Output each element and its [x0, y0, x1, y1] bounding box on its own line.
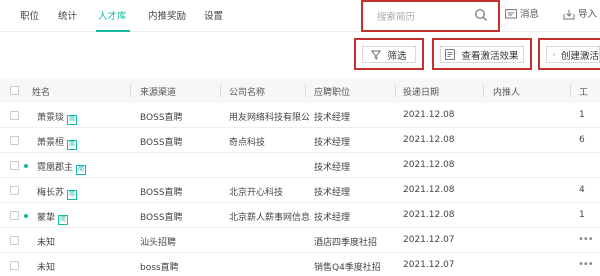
row-checkbox[interactable]: [10, 161, 19, 170]
applied-position: 销售Q4季度社招: [314, 263, 381, 273]
status-dot-icon: [24, 164, 28, 168]
company-name: 用友网络科技有限公司: [229, 113, 309, 123]
select-all-checkbox[interactable]: [10, 86, 19, 95]
source-channel: BOSS直聘: [140, 138, 183, 148]
column-divider: [130, 84, 131, 97]
apply-date: 2021.12.08: [403, 210, 455, 220]
report-icon: [445, 49, 456, 60]
company-name: 北京开心科技: [229, 188, 284, 198]
create-activation-label: 创建激活: [560, 50, 599, 62]
table-row[interactable]: 萧景桓简 BOSS直聘 奇点科技 技术经理 2021.12.08 6: [0, 128, 600, 153]
row-checkbox[interactable]: [10, 186, 19, 195]
column-divider: [570, 84, 571, 97]
source-channel: BOSS直聘: [140, 188, 183, 198]
column-header-name[interactable]: 姓名: [32, 85, 50, 98]
row-checkbox[interactable]: [10, 236, 19, 245]
column-header-company[interactable]: 公司名称: [229, 85, 265, 98]
apply-date: 2021.12.08: [403, 185, 455, 195]
applied-position: 技术经理: [314, 213, 351, 223]
resume-badge-icon[interactable]: 简: [67, 115, 78, 125]
create-icon: [553, 53, 555, 56]
source-channel: BOSS直聘: [140, 113, 183, 123]
candidate-name[interactable]: 萧景琰简: [37, 110, 78, 125]
view-activation-effect-label: 查看激活效果: [461, 50, 519, 62]
column-header-position[interactable]: 应聘职位: [314, 85, 350, 98]
candidate-name[interactable]: 未知: [37, 260, 55, 273]
column-header-referrer[interactable]: 内推人: [493, 85, 520, 98]
search-icon[interactable]: [474, 8, 488, 22]
candidate-name[interactable]: 梅长苏简: [37, 185, 78, 200]
table-row[interactable]: 未知 boss直聘 销售Q4季度社招 2021.12.07 •••: [0, 253, 600, 276]
apply-date: 2021.12.08: [403, 110, 455, 120]
messages-label: 消息: [520, 9, 540, 20]
apply-date: 2021.12.07: [403, 260, 455, 270]
apply-date: 2021.12.07: [403, 235, 455, 245]
extra-column-value: 6: [579, 135, 585, 145]
column-header-extra[interactable]: 工: [579, 85, 588, 98]
extra-column-value: 4: [579, 185, 585, 195]
candidate-name[interactable]: 萧景桓简: [37, 135, 78, 150]
table-row[interactable]: 萧景琰简 BOSS直聘 用友网络科技有限公司 技术经理 2021.12.08 1: [0, 103, 600, 128]
row-checkbox[interactable]: [10, 111, 19, 120]
search-input[interactable]: 搜索简历: [377, 9, 415, 23]
filter-button[interactable]: 筛选: [354, 38, 424, 70]
company-name: 北京薪人薪事网信息...: [229, 213, 311, 223]
extra-column-value: 1: [579, 110, 585, 120]
import-button[interactable]: 导入: [563, 6, 597, 20]
applied-position: 酒店四季度社招: [314, 238, 378, 248]
create-activation-button[interactable]: 创建激活: [538, 38, 600, 70]
table-row[interactable]: 霓凰郡主简 技术经理 2021.12.08: [0, 153, 600, 178]
import-icon: [563, 9, 575, 20]
column-header-source[interactable]: 来源渠道: [140, 85, 176, 98]
row-checkbox[interactable]: [10, 136, 19, 145]
row-checkbox[interactable]: [10, 261, 19, 270]
import-label: 导入: [578, 9, 598, 20]
company-name: 奇点科技: [229, 138, 266, 148]
active-tab-underline: [96, 30, 130, 32]
table-header: 姓名 来源渠道 公司名称 应聘职位 投递日期 内推人 工: [0, 78, 600, 103]
column-divider: [395, 84, 396, 97]
candidate-name[interactable]: 霓凰郡主简: [37, 160, 87, 175]
applied-position: 技术经理: [314, 188, 351, 198]
column-divider: [220, 84, 221, 97]
filter-label: 筛选: [387, 50, 407, 62]
table-row[interactable]: 未知 汕头招聘 酒店四季度社招 2021.12.07 •••: [0, 228, 600, 253]
status-dot-icon: [24, 214, 28, 218]
resume-badge-icon[interactable]: 简: [67, 140, 78, 150]
source-channel: 汕头招聘: [140, 238, 177, 248]
tab-statistics[interactable]: 统计: [58, 8, 77, 22]
column-divider: [305, 84, 306, 97]
extra-column-value: 1: [579, 210, 585, 220]
candidate-name[interactable]: 蒙挚简: [37, 210, 69, 225]
tab-referral-rewards[interactable]: 内推奖励: [148, 8, 186, 22]
column-header-date[interactable]: 投递日期: [403, 85, 439, 98]
candidate-name[interactable]: 未知: [37, 235, 55, 248]
applied-position: 技术经理: [314, 138, 351, 148]
column-divider: [483, 84, 484, 97]
resume-badge-icon[interactable]: 简: [67, 190, 78, 200]
top-nav: 职位 统计 人才库 内推奖励 设置 搜索简历 消息 导入: [0, 0, 600, 32]
more-icon[interactable]: •••: [578, 234, 594, 245]
resume-search[interactable]: 搜索简历: [361, 0, 500, 32]
apply-date: 2021.12.08: [403, 160, 455, 170]
tab-settings[interactable]: 设置: [204, 8, 223, 22]
resume-badge-icon[interactable]: 简: [58, 215, 69, 225]
applied-position: 技术经理: [314, 113, 351, 123]
view-activation-effect-button[interactable]: 查看激活效果: [432, 38, 532, 70]
table-row[interactable]: 梅长苏简 BOSS直聘 北京开心科技 技术经理 2021.12.08 4: [0, 178, 600, 203]
tab-positions[interactable]: 职位: [20, 8, 39, 22]
tab-talent-pool[interactable]: 人才库: [98, 8, 127, 22]
apply-date: 2021.12.08: [403, 135, 455, 145]
resume-badge-icon[interactable]: 简: [76, 165, 87, 175]
source-channel: BOSS直聘: [140, 213, 183, 223]
source-channel: boss直聘: [140, 263, 179, 273]
filter-icon: [371, 50, 382, 60]
messages-button[interactable]: 消息: [505, 6, 539, 20]
row-checkbox[interactable]: [10, 211, 19, 220]
more-icon[interactable]: •••: [578, 259, 594, 270]
applied-position: 技术经理: [314, 163, 351, 173]
table-row[interactable]: 蒙挚简 BOSS直聘 北京薪人薪事网信息... 技术经理 2021.12.08 …: [0, 203, 600, 228]
message-icon: [505, 9, 517, 19]
